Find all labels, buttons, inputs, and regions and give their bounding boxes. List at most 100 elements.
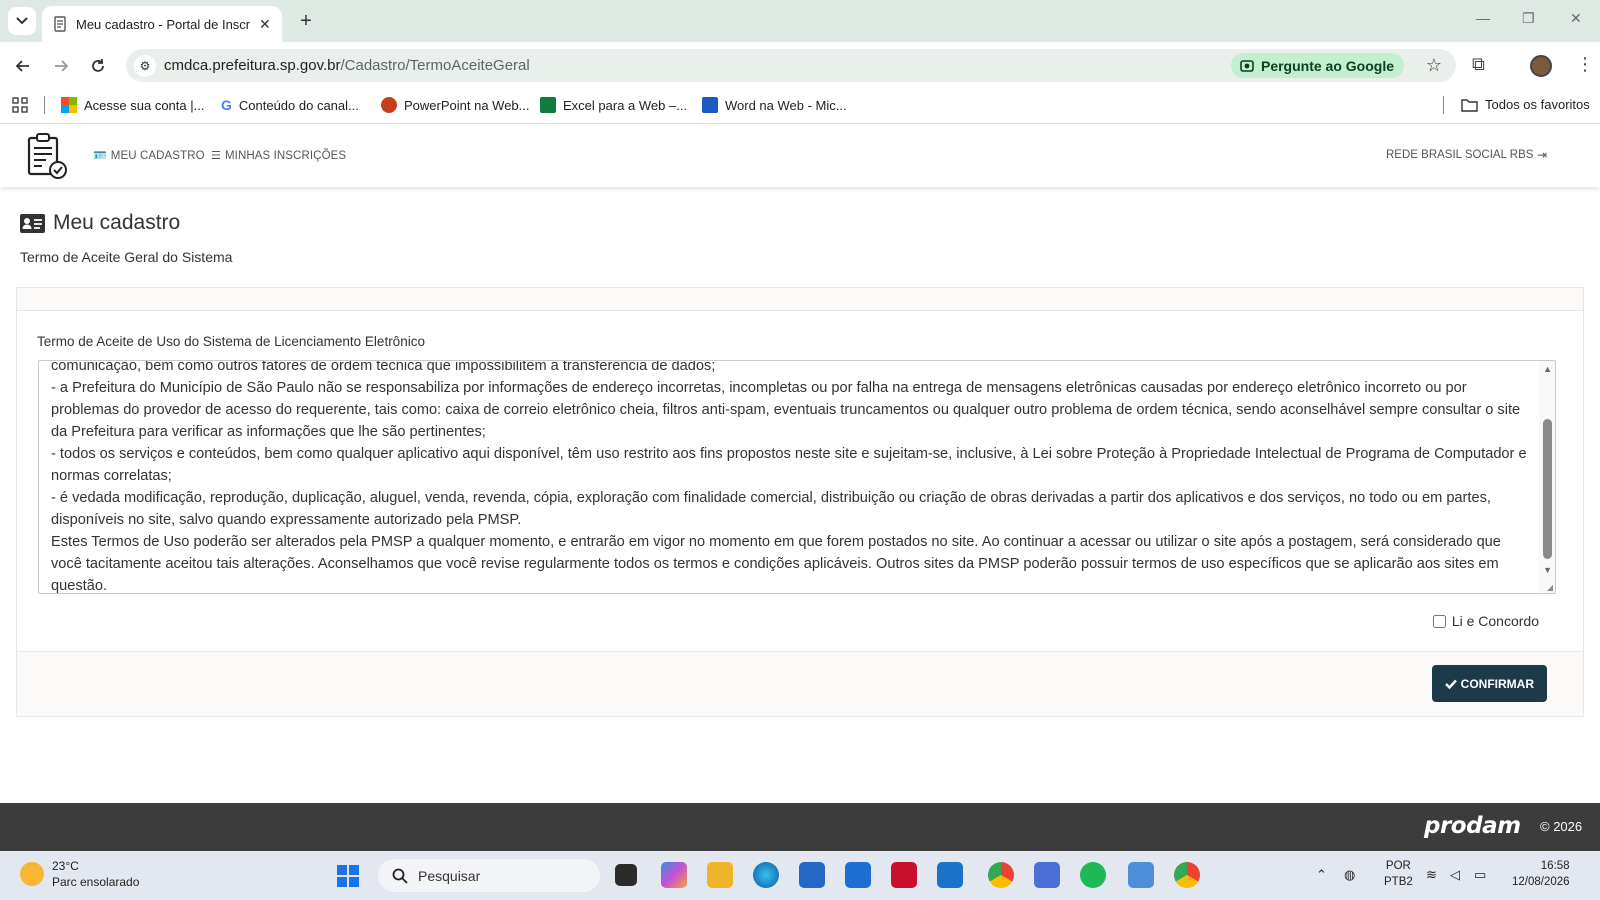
mcafee-icon[interactable] xyxy=(891,862,917,888)
extensions-icon[interactable]: ⧉ xyxy=(1472,54,1485,75)
google-icon: G xyxy=(221,97,232,113)
task-view-icon[interactable] xyxy=(615,864,637,886)
close-tab-icon[interactable]: ✕ xyxy=(259,16,271,33)
new-tab-button[interactable]: + xyxy=(294,9,318,33)
back-arrow-icon xyxy=(15,60,29,72)
list-icon: ☰ xyxy=(211,150,221,162)
search-icon xyxy=(392,868,408,884)
spotify-icon[interactable] xyxy=(1080,862,1106,888)
bookmark-item[interactable]: Acesse sua conta |... xyxy=(61,97,204,113)
word-icon xyxy=(702,97,718,113)
file-explorer-icon[interactable] xyxy=(707,862,733,888)
tab-title: Meu cadastro - Portal de Inscriç xyxy=(76,16,251,32)
taskbar-search[interactable]: Pesquisar xyxy=(378,859,600,892)
close-window-icon[interactable]: ✕ xyxy=(1570,10,1582,27)
microsoft-icon xyxy=(61,97,77,113)
scroll-up-arrow-icon[interactable]: ▲ xyxy=(1543,364,1552,374)
weather-temp: 23°C xyxy=(52,859,79,873)
chrome-icon[interactable] xyxy=(1174,862,1200,888)
site-header: 🪪 MEU CADASTRO ☰ MINHAS INSCRIÇÕES REDE … xyxy=(0,124,1600,187)
nav-minhas-inscricoes[interactable]: ☰ MINHAS INSCRIÇÕES xyxy=(211,149,346,163)
all-bookmarks-button[interactable]: Todos os favoritos xyxy=(1461,97,1590,112)
clock[interactable]: 16:58 12/08/2026 xyxy=(1512,858,1570,890)
browser-nav-bar: ⚙ cmdca.prefeitura.sp.gov.br/Cadastro/Te… xyxy=(0,42,1600,88)
forward-button[interactable] xyxy=(49,54,73,78)
url-text[interactable]: cmdca.prefeitura.sp.gov.br/Cadastro/Term… xyxy=(164,57,530,74)
scrollbar-thumb[interactable] xyxy=(1543,419,1552,559)
address-bar[interactable]: ⚙ cmdca.prefeitura.sp.gov.br/Cadastro/Te… xyxy=(126,49,1456,82)
bookmark-separator xyxy=(1443,96,1444,114)
lens-icon xyxy=(1240,59,1254,72)
textarea-scrollbar[interactable]: ▲ ▼ xyxy=(1539,361,1555,593)
site-footer: prodam © 2026 xyxy=(0,803,1600,851)
chevron-down-icon xyxy=(16,17,28,25)
battery-icon[interactable]: ▭ xyxy=(1474,867,1486,883)
terms-paragraph: - é vedada modificação, reprodução, dupl… xyxy=(51,490,1491,528)
powerpoint-icon xyxy=(381,97,397,113)
app-icon[interactable] xyxy=(845,862,871,888)
panel-header xyxy=(17,288,1583,311)
minimize-icon[interactable]: — xyxy=(1476,10,1490,26)
windows-taskbar: 23°C Parc ensolarado Pesquisar ⌃ ◍ POR P… xyxy=(0,851,1600,900)
browser-tab-bar: Meu cadastro - Portal de Inscriç ✕ + — ❐… xyxy=(0,0,1600,42)
weather-desc: Parc ensolarado xyxy=(52,875,140,889)
volume-icon[interactable]: ◁ xyxy=(1450,867,1460,883)
profile-avatar[interactable] xyxy=(1530,55,1552,77)
weather-widget[interactable]: 23°C Parc ensolarado xyxy=(20,858,139,890)
terms-paragraph: - todos os serviços e conteúdos, bem com… xyxy=(51,446,1527,484)
chevron-up-icon[interactable]: ⌃ xyxy=(1316,867,1327,883)
bookmark-item[interactable]: Word na Web - Mic... xyxy=(702,97,847,113)
back-button[interactable] xyxy=(11,54,35,78)
bookmark-item[interactable]: G Conteúdo do canal... xyxy=(221,97,359,113)
partly-sunny-icon xyxy=(20,862,44,886)
agree-checkbox[interactable] xyxy=(1432,614,1446,628)
prodam-logo: prodam xyxy=(1424,813,1521,839)
copyright: © 2026 xyxy=(1540,819,1583,834)
outlook-icon[interactable] xyxy=(937,862,963,888)
windows-start-icon[interactable] xyxy=(337,865,359,887)
agree-checkbox-label[interactable]: Li e Concordo xyxy=(1432,613,1539,629)
terms-paragraph: Estes Termos de Uso poderão ser alterado… xyxy=(51,534,1501,594)
id-card-icon: 🪪 xyxy=(93,150,107,162)
input-language[interactable]: POR PTB2 xyxy=(1384,858,1413,890)
browser-tab-active[interactable]: Meu cadastro - Portal de Inscriç ✕ xyxy=(42,6,282,42)
reload-icon xyxy=(92,59,104,72)
nav-meu-cadastro[interactable]: 🪪 MEU CADASTRO xyxy=(93,149,205,163)
menu-kebab-icon[interactable]: ⋮ xyxy=(1576,54,1594,75)
folder-icon xyxy=(1461,98,1478,112)
user-name[interactable]: REDE BRASIL SOCIAL RBS xyxy=(1386,149,1533,161)
page-subtitle: Termo de Aceite Geral do Sistema xyxy=(20,249,233,265)
apps-grid-icon[interactable] xyxy=(12,97,28,113)
site-info-icon[interactable]: ⚙ xyxy=(134,55,156,77)
wifi-icon[interactable]: ≋ xyxy=(1426,867,1437,883)
terms-field-label: Termo de Aceite de Uso do Sistema de Lic… xyxy=(37,334,425,349)
bookmark-separator xyxy=(44,96,45,114)
copilot-icon[interactable] xyxy=(661,862,687,888)
store-icon[interactable] xyxy=(799,862,825,888)
scroll-down-arrow-icon[interactable]: ▼ xyxy=(1543,565,1552,575)
address-card-icon xyxy=(20,213,45,233)
terms-panel: Termo de Aceite de Uso do Sistema de Lic… xyxy=(16,287,1584,717)
bookmark-item[interactable]: PowerPoint na Web... xyxy=(381,97,530,113)
restore-icon[interactable]: ❐ xyxy=(1522,10,1535,27)
tab-search-button[interactable] xyxy=(8,7,36,35)
bookmarks-bar: Acesse sua conta |... G Conteúdo do cana… xyxy=(0,88,1600,124)
edge-icon[interactable] xyxy=(753,862,779,888)
logout-icon[interactable]: ⇥ xyxy=(1537,148,1547,162)
calendar-app-icon[interactable] xyxy=(1034,862,1060,888)
remote-app-icon[interactable] xyxy=(1128,862,1154,888)
confirm-button[interactable]: CONFIRMAR xyxy=(1431,665,1547,702)
excel-icon xyxy=(540,97,556,113)
bookmark-star-icon[interactable]: ☆ xyxy=(1426,55,1442,76)
network-status-icon[interactable]: ◍ xyxy=(1344,867,1355,883)
terms-textarea[interactable]: - a Prefeitura do Município de São Paulo… xyxy=(38,360,1556,594)
reload-button[interactable] xyxy=(86,54,110,78)
panel-footer: CONFIRMAR xyxy=(17,651,1583,716)
terms-paragraph: - a Prefeitura do Município de São Paulo… xyxy=(51,380,1521,440)
chrome-icon[interactable] xyxy=(988,862,1014,888)
bookmark-item[interactable]: Excel para a Web –... xyxy=(540,97,687,113)
ask-google-button[interactable]: Pergunte ao Google xyxy=(1230,53,1404,78)
clipboard-check-logo[interactable] xyxy=(26,132,68,180)
terms-text: - a Prefeitura do Município de São Paulo… xyxy=(51,361,1529,594)
resize-handle-icon[interactable]: ◢ xyxy=(1547,583,1553,592)
